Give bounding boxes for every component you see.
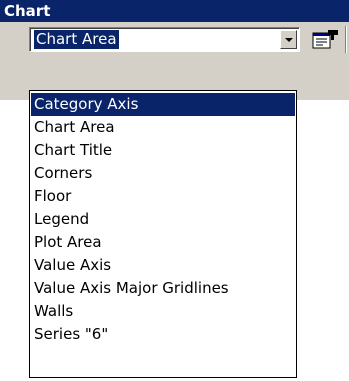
list-item-corners[interactable]: Corners bbox=[31, 162, 295, 185]
list-item-legend[interactable]: Legend bbox=[31, 208, 295, 231]
list-item-walls[interactable]: Walls bbox=[31, 300, 295, 323]
list-item-category-axis[interactable]: Category Axis bbox=[31, 93, 295, 116]
list-item-chart-area[interactable]: Chart Area bbox=[31, 116, 295, 139]
format-properties-icon bbox=[312, 30, 338, 49]
list-item-chart-title[interactable]: Chart Title bbox=[31, 139, 295, 162]
list-item-value-axis[interactable]: Value Axis bbox=[31, 254, 295, 277]
list-item-floor[interactable]: Floor bbox=[31, 185, 295, 208]
list-item-series-6[interactable]: Series "6" bbox=[31, 323, 295, 346]
combo-selected-value: Chart Area bbox=[34, 30, 119, 49]
toolbar-separator bbox=[345, 26, 347, 53]
chevron-down-icon[interactable] bbox=[280, 30, 297, 49]
list-item-value-axis-major-gridlines[interactable]: Value Axis Major Gridlines bbox=[31, 277, 295, 300]
list-item-plot-area[interactable]: Plot Area bbox=[31, 231, 295, 254]
chart-toolbar: Chart Chart Area bbox=[0, 0, 349, 100]
format-object-button[interactable] bbox=[306, 26, 342, 53]
chart-objects-combo[interactable]: Chart Area bbox=[29, 27, 300, 52]
toolbar-title[interactable]: Chart bbox=[0, 0, 349, 22]
chart-objects-dropdown-list[interactable]: Category Axis Chart Area Chart Title Cor… bbox=[29, 90, 297, 378]
